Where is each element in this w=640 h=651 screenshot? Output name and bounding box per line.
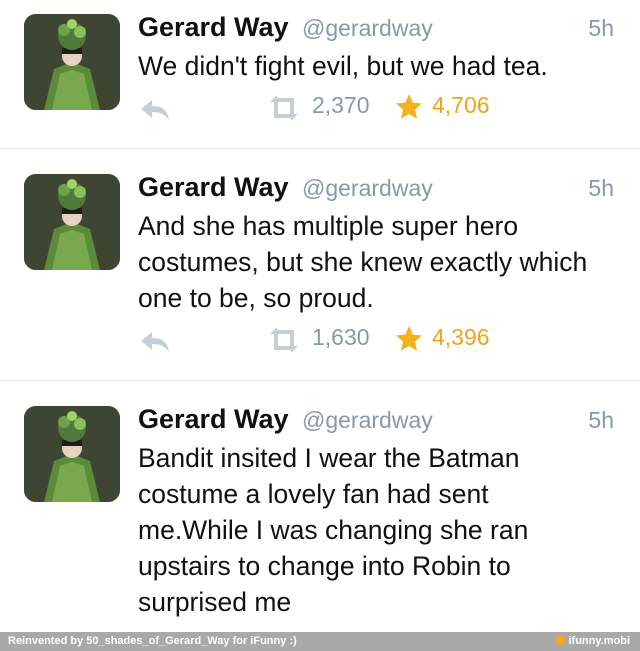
tweet-text: And she has multiple super hero costumes… — [138, 211, 588, 313]
retweet-count: 1,630 — [312, 324, 370, 350]
tweet-time[interactable]: 5h — [588, 15, 614, 42]
profile-avatar-icon — [24, 406, 120, 502]
user-handle[interactable]: @gerardway — [302, 407, 433, 434]
tweet-time[interactable]: 5h — [588, 175, 614, 202]
user-handle[interactable]: @gerardway — [302, 175, 433, 202]
profile-avatar-icon — [24, 174, 120, 270]
reply-icon[interactable] — [138, 94, 172, 122]
footer-site-label: ifunny.mobi — [568, 635, 630, 647]
tweet-time[interactable]: 5h — [588, 407, 614, 434]
profile-avatar-icon — [24, 14, 120, 110]
tweet-actions: 1,630 4,396 — [138, 324, 598, 356]
favorite-count: 4,396 — [432, 324, 490, 350]
tweet-text: Bandit insited I wear the Batman costume… — [138, 443, 529, 617]
retweet-count: 2,370 — [312, 92, 370, 118]
tweet-text: We didn't fight evil, but we had tea. — [138, 51, 548, 81]
favorite-count: 4,706 — [432, 92, 490, 118]
user-handle[interactable]: @gerardway — [302, 15, 433, 42]
reply-icon[interactable] — [138, 326, 172, 354]
footer-credit: Reinvented by 50_shades_of_Gerard_Way fo… — [8, 635, 297, 647]
user-name[interactable]: Gerard Way — [138, 404, 289, 435]
footer-site: ifunny.mobi — [555, 635, 630, 647]
retweet-icon[interactable] — [264, 326, 304, 354]
tweet-actions: 2,370 4,706 — [138, 92, 598, 124]
watermark-footer: Reinvented by 50_shades_of_Gerard_Way fo… — [0, 632, 640, 651]
avatar[interactable] — [24, 14, 120, 110]
user-name[interactable]: Gerard Way — [138, 12, 289, 43]
star-icon[interactable] — [394, 92, 424, 122]
avatar[interactable] — [24, 174, 120, 270]
ifunny-logo-icon — [555, 635, 566, 645]
star-icon[interactable] — [394, 324, 424, 354]
tweet[interactable]: Gerard Way @gerardway 5h We didn't fight… — [0, 0, 640, 149]
retweet-icon[interactable] — [264, 94, 304, 122]
avatar[interactable] — [24, 406, 120, 502]
user-name[interactable]: Gerard Way — [138, 172, 289, 203]
tweet[interactable]: Gerard Way @gerardway 5h And she has mul… — [0, 148, 640, 381]
tweet[interactable]: Gerard Way @gerardway 5h Bandit insited … — [0, 380, 640, 632]
